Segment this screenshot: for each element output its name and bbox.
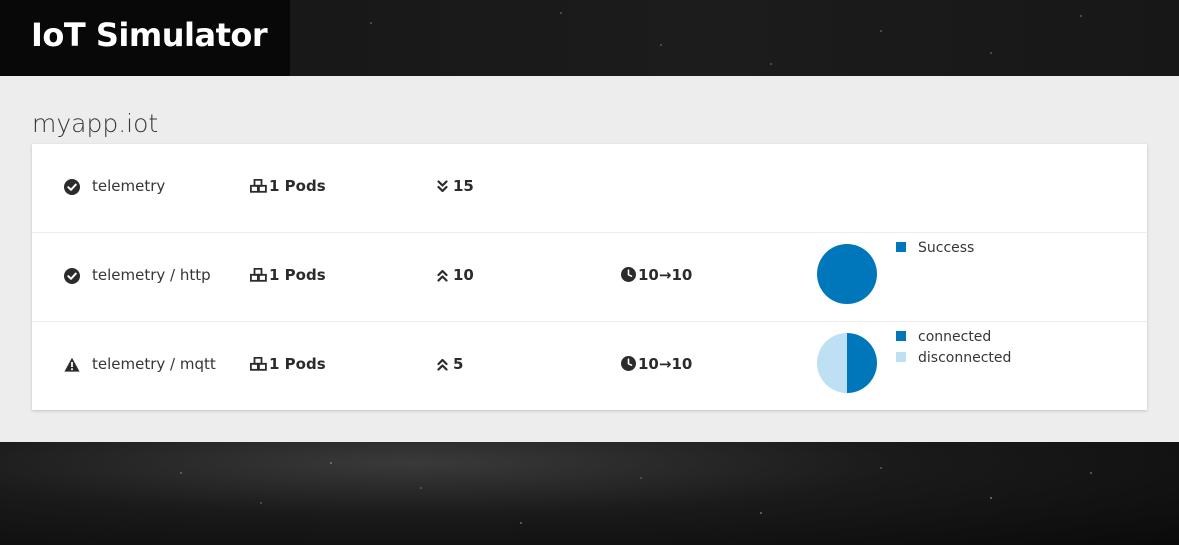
top-banner: IoT Simulator bbox=[0, 0, 1179, 76]
chevron-double-up-icon bbox=[437, 358, 448, 371]
legend-item-connected: connected bbox=[896, 329, 1011, 350]
rate-value: 10→10 bbox=[621, 355, 692, 373]
cubes-icon bbox=[249, 178, 267, 193]
component-row-telemetry-http[interactable]: telemetry / http 1 Pods 10 10→10 Success bbox=[32, 233, 1147, 322]
legend-item-disconnected: disconnected bbox=[896, 350, 1011, 371]
clock-icon bbox=[621, 267, 636, 282]
pods-count: 1 Pods bbox=[249, 266, 326, 284]
chevron-double-down-icon bbox=[437, 180, 448, 193]
pods-count: 1 Pods bbox=[249, 177, 326, 195]
message-count: 10 bbox=[437, 266, 474, 284]
pie-slice-connected bbox=[847, 333, 877, 393]
check-circle-icon bbox=[64, 179, 80, 195]
connection-pie-chart bbox=[817, 333, 877, 393]
component-name: telemetry bbox=[92, 177, 166, 195]
component-name: telemetry / mqtt bbox=[92, 355, 216, 373]
component-row-telemetry-mqtt[interactable]: telemetry / mqtt 1 Pods 5 10→10 connecte… bbox=[32, 322, 1147, 410]
components-card: telemetry 1 Pods 15 telemetry / http 1 P… bbox=[32, 144, 1147, 410]
rate-value: 10→10 bbox=[621, 266, 692, 284]
main-content: myapp.iot telemetry 1 Pods 15 telemetry … bbox=[0, 76, 1179, 442]
chevron-double-up-icon bbox=[437, 269, 448, 282]
cubes-icon bbox=[249, 267, 267, 282]
message-count: 15 bbox=[437, 177, 474, 195]
success-pie-chart bbox=[817, 244, 877, 304]
pie-slice-disconnected bbox=[817, 333, 847, 393]
cubes-icon bbox=[249, 356, 267, 371]
legend-item-success: Success bbox=[896, 240, 974, 261]
chart-legend: Success bbox=[896, 240, 974, 261]
legend-swatch bbox=[896, 331, 906, 341]
app-name-heading: myapp.iot bbox=[32, 109, 159, 138]
warning-triangle-icon bbox=[64, 357, 80, 372]
message-count: 5 bbox=[437, 355, 463, 373]
component-row-telemetry[interactable]: telemetry 1 Pods 15 bbox=[32, 144, 1147, 233]
pie-slice-success bbox=[817, 244, 877, 304]
legend-swatch bbox=[896, 352, 906, 362]
pods-count: 1 Pods bbox=[249, 355, 326, 373]
chart-legend: connected disconnected bbox=[896, 329, 1011, 371]
legend-swatch bbox=[896, 242, 906, 252]
clock-icon bbox=[621, 356, 636, 371]
background-earth-image bbox=[0, 442, 1179, 545]
component-name: telemetry / http bbox=[92, 266, 211, 284]
app-title: IoT Simulator bbox=[31, 16, 268, 54]
check-circle-icon bbox=[64, 268, 80, 284]
brand-block: IoT Simulator bbox=[0, 0, 290, 76]
